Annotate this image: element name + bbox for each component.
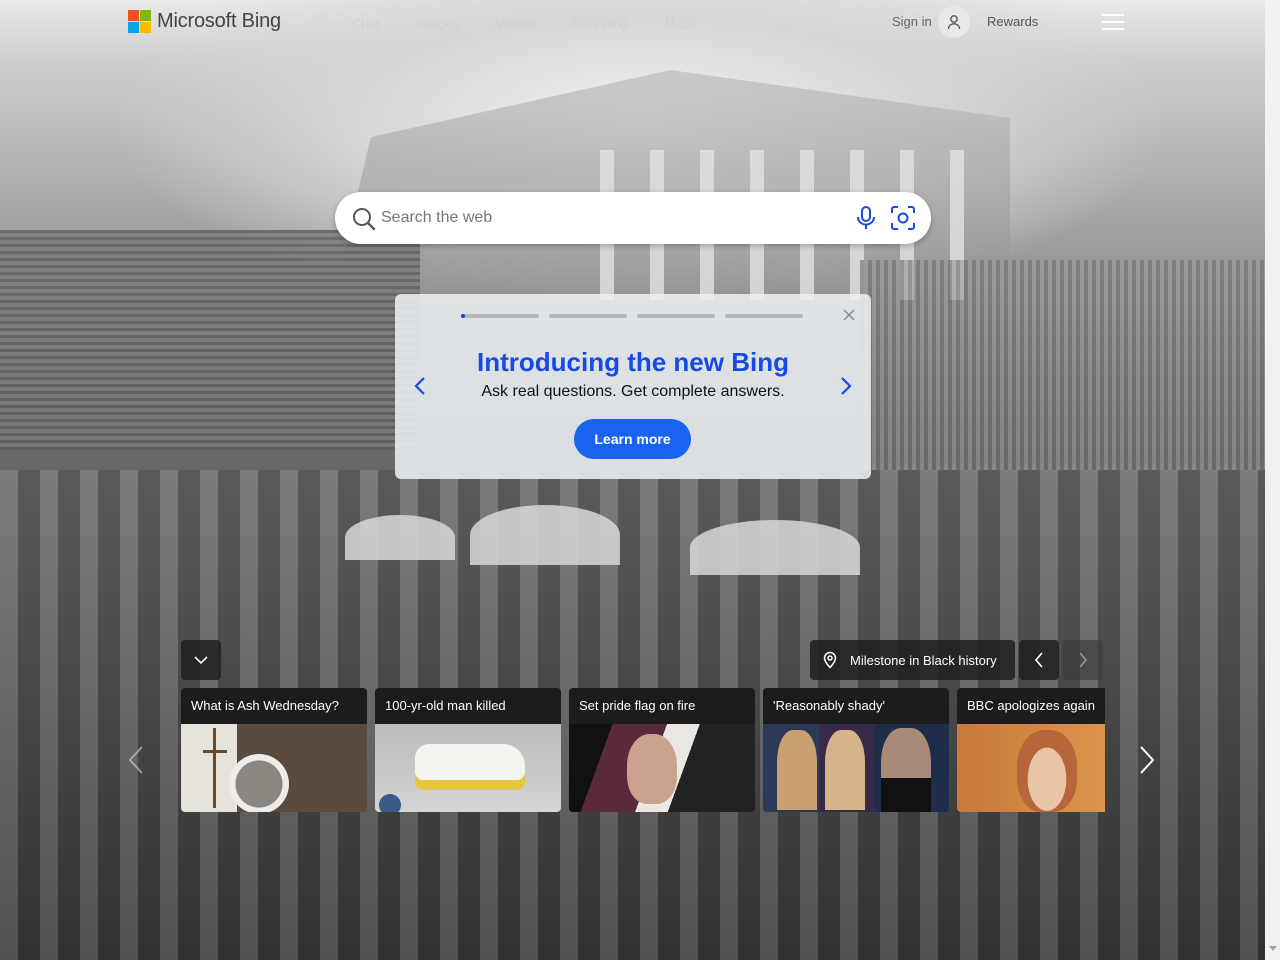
news-next-icon[interactable] <box>1139 745 1155 775</box>
background-image <box>0 0 1265 960</box>
news-title: Set pride flag on fire <box>579 698 696 713</box>
image-info-button[interactable]: Milestone in Black history <box>810 640 1015 680</box>
search-icon <box>353 208 376 231</box>
slide-indicator-3[interactable] <box>637 314 715 318</box>
scroll-down-arrow[interactable] <box>1269 946 1277 951</box>
brand-name: Microsoft Bing <box>157 10 281 32</box>
slide-indicator-1[interactable] <box>461 314 539 318</box>
news-title: 'Reasonably shady' <box>773 698 885 713</box>
promo-title: Introducing the new Bing <box>477 347 789 377</box>
news-title: 100-yr-old man killed <box>385 698 506 713</box>
search-input[interactable] <box>381 205 841 231</box>
news-thumbnail <box>375 724 561 812</box>
previous-image-button[interactable] <box>1019 640 1059 680</box>
menu-icon[interactable] <box>1102 14 1124 30</box>
news-title: BBC apologizes again <box>967 698 1095 713</box>
news-thumbnail <box>569 724 755 812</box>
umbrella <box>690 520 860 575</box>
close-icon[interactable] <box>842 308 856 322</box>
top-nav: Chat Images Videos Shopping Maps ··· <box>352 16 789 31</box>
collapse-button[interactable] <box>181 640 221 680</box>
news-thumbnail <box>763 724 949 812</box>
promo-subtitle: Ask real questions. Get complete answers… <box>481 383 785 400</box>
user-icon <box>947 15 961 30</box>
news-card[interactable]: 100-yr-old man killed <box>375 688 561 812</box>
slide-indicator-4[interactable] <box>725 314 803 318</box>
rewards-link[interactable]: Rewards <box>987 14 1038 29</box>
slide-indicator-2[interactable] <box>549 314 627 318</box>
nav-shopping[interactable]: Shopping <box>573 16 628 31</box>
chevron-right-icon <box>1079 652 1088 668</box>
chevron-left-icon <box>1034 652 1043 668</box>
nav-videos[interactable]: Videos <box>496 16 536 31</box>
carousel-indicators <box>461 314 803 318</box>
nav-chat[interactable]: Chat <box>352 16 379 31</box>
nav-more[interactable]: ··· <box>733 16 752 31</box>
news-card[interactable]: Set pride flag on fire <box>569 688 755 812</box>
news-prev-icon[interactable] <box>128 745 144 775</box>
scrollbar[interactable] <box>1265 0 1280 960</box>
news-thumbnail <box>181 724 367 812</box>
visual-search-icon[interactable] <box>890 205 916 231</box>
chevron-down-icon <box>194 656 208 665</box>
stands-left <box>0 230 420 450</box>
umbrella <box>470 505 620 565</box>
microsoft-logo-icon <box>128 10 151 33</box>
news-card[interactable]: 'Reasonably shady' <box>763 688 949 812</box>
news-card[interactable]: What is Ash Wednesday? <box>181 688 367 812</box>
learn-more-button[interactable]: Learn more <box>574 419 691 459</box>
next-image-button[interactable] <box>1063 640 1103 680</box>
nav-images[interactable]: Images <box>416 16 459 31</box>
promo-card: Introducing the new Bing Ask real questi… <box>395 294 871 479</box>
news-card[interactable]: BBC apologizes again <box>957 688 1105 812</box>
search-box <box>335 192 931 244</box>
location-pin-icon <box>823 651 837 669</box>
sign-in-link[interactable]: Sign in <box>892 14 932 29</box>
bing-logo[interactable]: Microsoft Bing <box>128 10 281 33</box>
news-thumbnail <box>957 724 1105 812</box>
news-carousel: What is Ash Wednesday? 100-yr-old man ki… <box>181 688 1105 812</box>
news-title: What is Ash Wednesday? <box>191 698 339 713</box>
user-avatar[interactable] <box>938 6 970 38</box>
image-info-label: Milestone in Black history <box>850 652 997 668</box>
microphone-icon[interactable] <box>855 205 877 231</box>
nav-maps[interactable]: Maps <box>665 16 697 31</box>
umbrella <box>345 515 455 560</box>
